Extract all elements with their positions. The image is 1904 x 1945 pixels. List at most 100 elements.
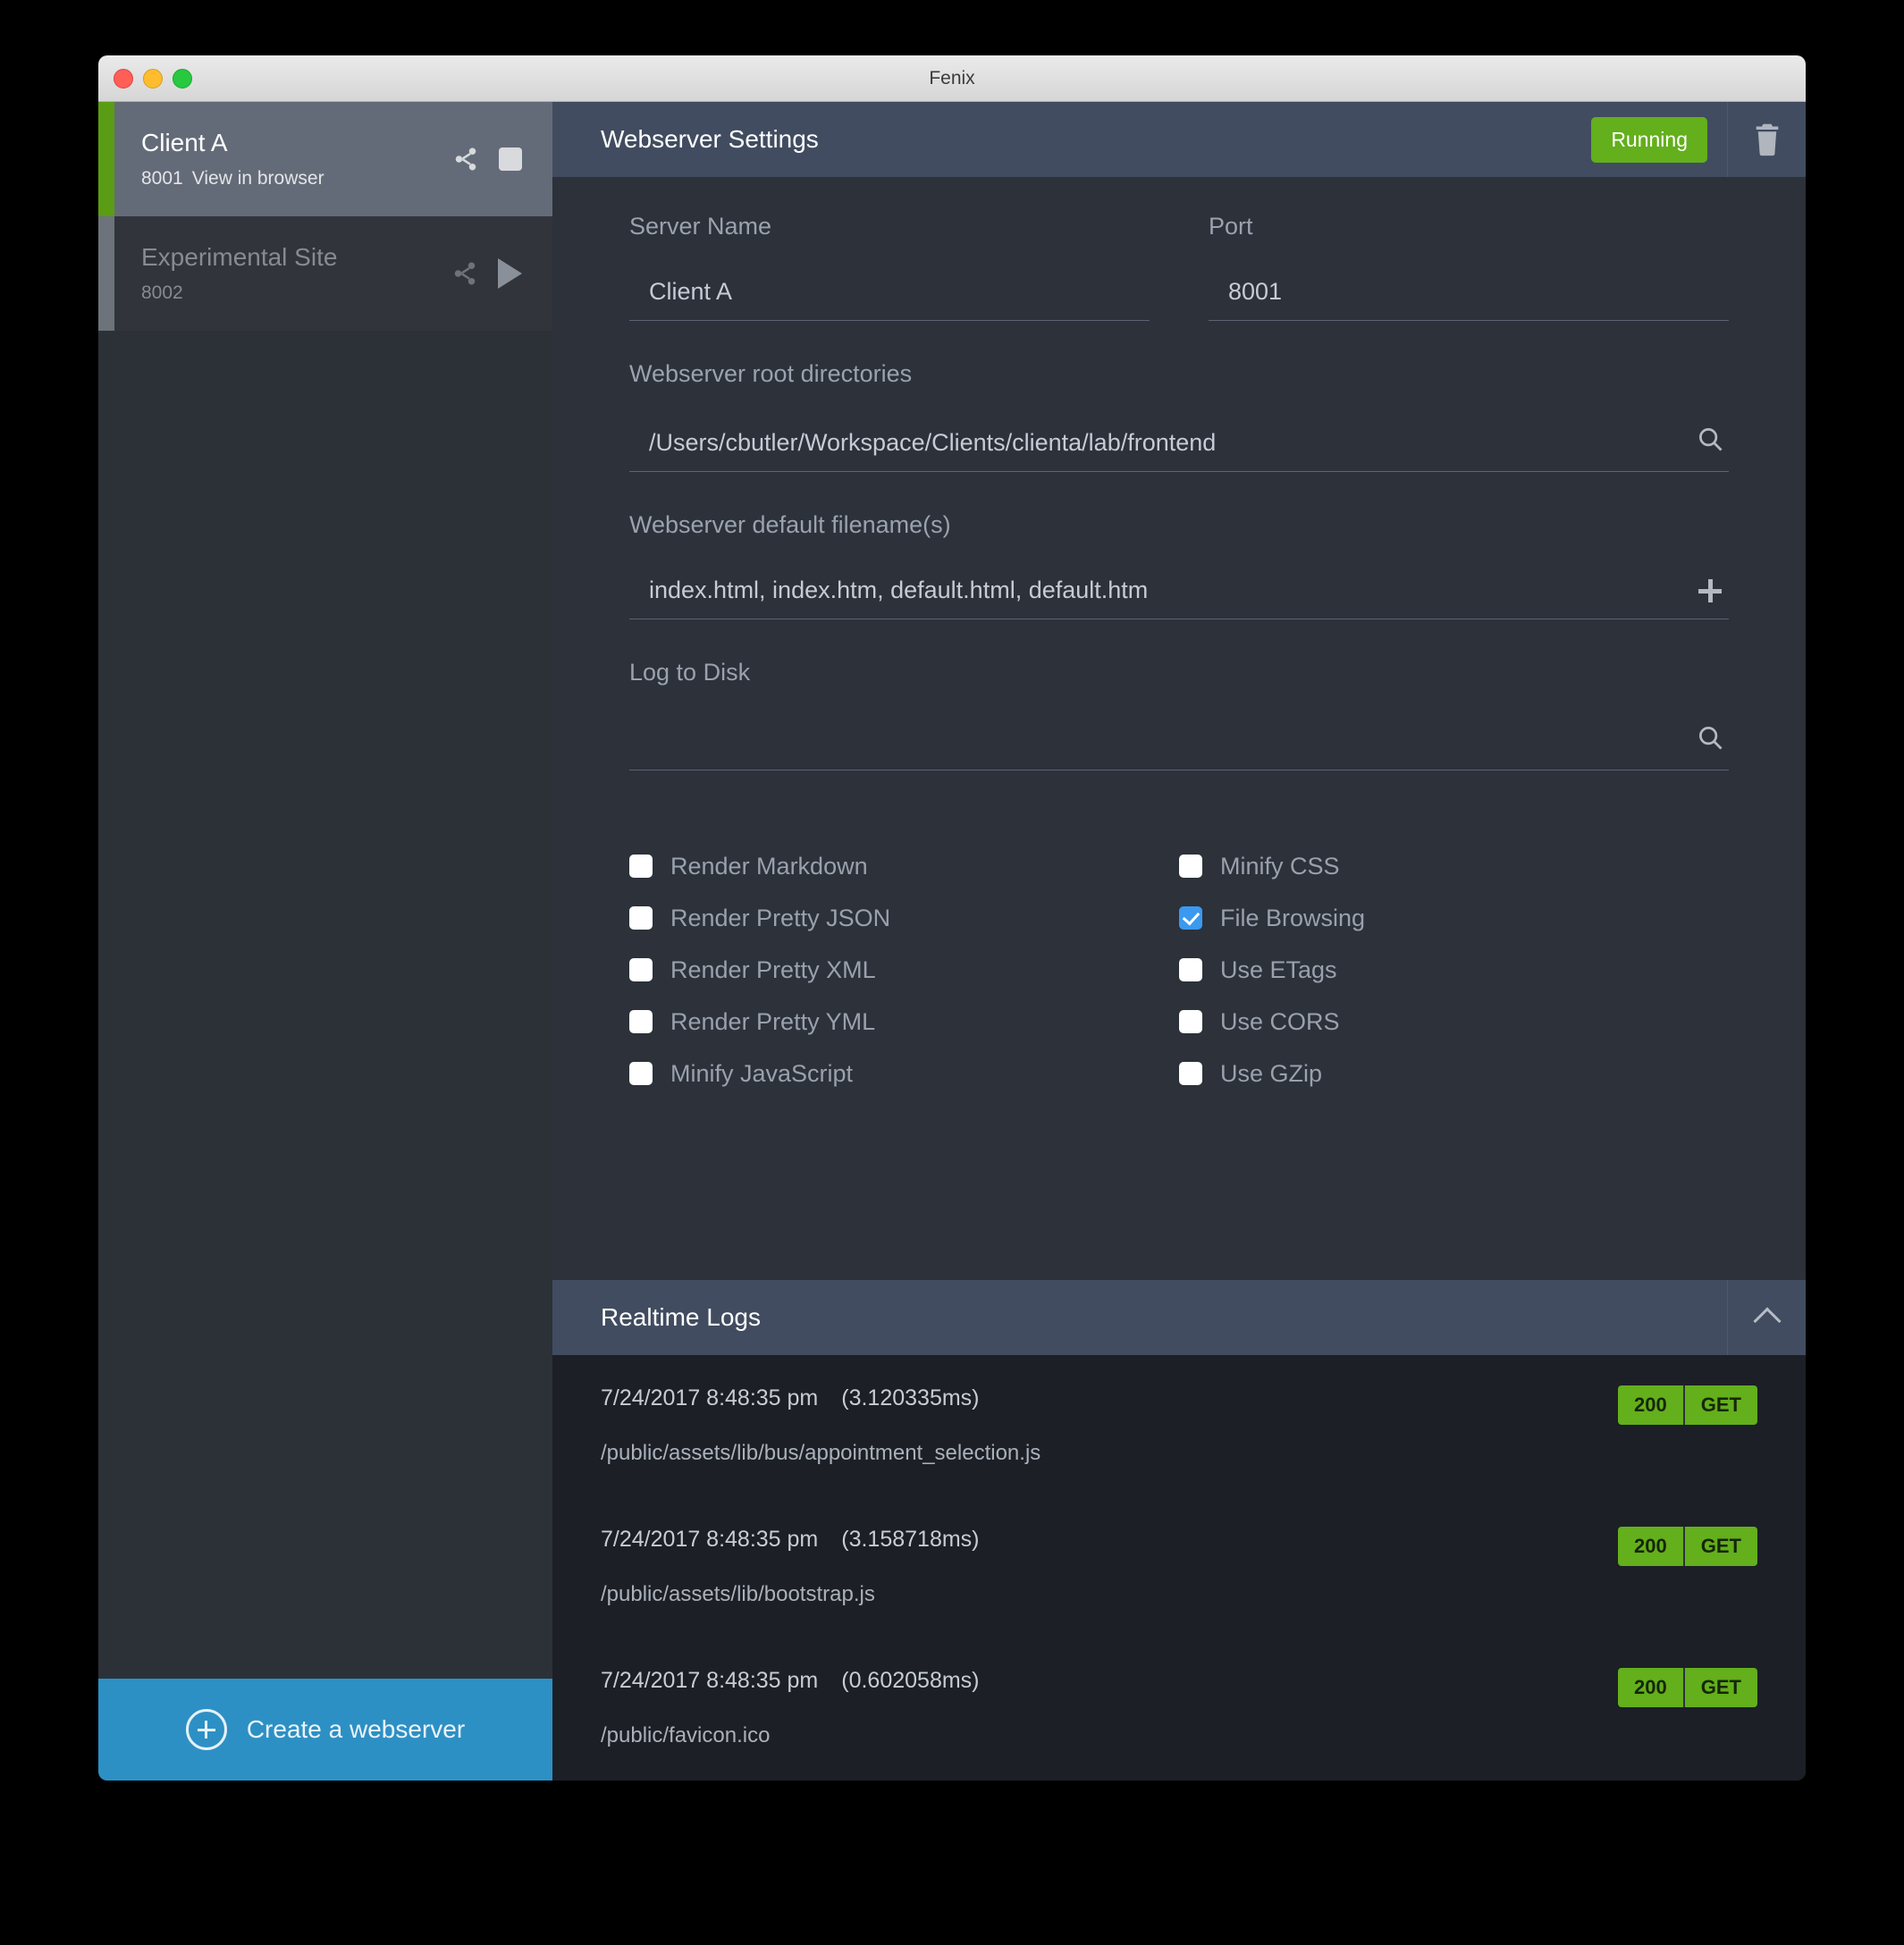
option-render-markdown[interactable]: Render Markdown	[629, 840, 1179, 892]
default-filenames-label: Webserver default filename(s)	[629, 511, 951, 538]
server-port-label: 8001	[141, 168, 183, 189]
main-header: Webserver Settings Running	[552, 102, 1806, 177]
option-label: Use GZip	[1220, 1059, 1323, 1087]
method-badge: GET	[1682, 1385, 1757, 1425]
log-path: /public/assets/lib/bootstrap.js	[601, 1582, 875, 1606]
chevron-up-icon	[1752, 1307, 1782, 1335]
realtime-logs-panel: Realtime Logs 7/24/2017 8:48:35 pm (3.120…	[552, 1280, 1806, 1781]
server-name-label: Client A	[141, 129, 228, 156]
log-timestamp: 7/24/2017 8:48:35 pm	[601, 1668, 819, 1693]
status-badge: 200	[1618, 1385, 1683, 1425]
status-badge: 200	[1618, 1668, 1683, 1707]
server-name-label: Server Name	[629, 213, 772, 240]
option-render-pretty-yml[interactable]: Render Pretty YML	[629, 996, 1179, 1048]
option-label: Minify JavaScript	[670, 1059, 854, 1087]
log-entry-top: 7/24/2017 8:48:35 pm (3.120335ms) 200 GET	[552, 1385, 1806, 1425]
field-default-filenames: Webserver default filename(s) index.html…	[629, 511, 1729, 619]
checkbox-icon[interactable]	[1179, 958, 1202, 981]
server-name-input-line: Client A	[629, 278, 1150, 321]
log-badges: 200 GET	[1618, 1668, 1757, 1707]
checkbox-icon[interactable]	[629, 958, 653, 981]
option-use-etags[interactable]: Use ETags	[1179, 944, 1729, 996]
option-label: Minify CSS	[1220, 852, 1340, 880]
option-use-gzip[interactable]: Use GZip	[1179, 1048, 1729, 1099]
sidebar-item-experimental-site[interactable]: Experimental Site 8002	[98, 216, 552, 331]
option-label: Use ETags	[1220, 956, 1337, 983]
options-column-left: Render Markdown Render Pretty JSON Rende…	[629, 840, 1179, 1099]
port-label: Port	[1209, 213, 1253, 240]
log-duration: (3.120335ms)	[841, 1385, 980, 1410]
port-input-line: 8001	[1209, 278, 1729, 321]
checkbox-icon[interactable]	[1179, 1010, 1202, 1033]
server-actions	[451, 216, 552, 331]
view-in-browser-link[interactable]: View in browser	[192, 168, 324, 189]
option-label: Render Markdown	[670, 852, 868, 880]
method-badge: GET	[1682, 1527, 1757, 1566]
share-icon[interactable]	[451, 259, 478, 288]
collapse-logs-button[interactable]	[1727, 1280, 1806, 1355]
plus-icon[interactable]	[1697, 577, 1729, 604]
option-label: Use CORS	[1220, 1007, 1340, 1035]
checkbox-icon[interactable]	[1179, 1062, 1202, 1085]
option-minify-css[interactable]: Minify CSS	[1179, 840, 1729, 892]
log-duration: (0.602058ms)	[841, 1668, 980, 1693]
default-filenames-input[interactable]: index.html, index.htm, default.html, def…	[629, 577, 1697, 604]
checkbox-icon[interactable]	[629, 906, 653, 930]
checkbox-icon[interactable]	[1179, 906, 1202, 930]
checkbox-icon[interactable]	[1179, 855, 1202, 878]
root-directories-input[interactable]: /Users/cbutler/Workspace/Clients/clienta…	[629, 429, 1697, 457]
realtime-logs-header: Realtime Logs	[552, 1280, 1806, 1355]
port-input[interactable]: 8001	[1209, 278, 1729, 306]
field-port: Port 8001	[1209, 213, 1729, 321]
method-badge: GET	[1682, 1668, 1757, 1707]
log-to-disk-input[interactable]	[629, 726, 1697, 755]
status-badge-wrapper: Running	[1591, 102, 1727, 177]
log-to-disk-input-line	[629, 724, 1729, 770]
field-server-name: Server Name Client A	[629, 213, 1150, 321]
log-duration: (3.158718ms)	[841, 1527, 980, 1552]
root-directories-input-line: /Users/cbutler/Workspace/Clients/clienta…	[629, 425, 1729, 472]
log-timestamp: 7/24/2017 8:48:35 pm	[601, 1385, 819, 1410]
option-render-pretty-xml[interactable]: Render Pretty XML	[629, 944, 1179, 996]
create-webserver-button[interactable]: Create a webserver	[98, 1679, 552, 1781]
delete-server-button[interactable]	[1727, 102, 1806, 177]
checkbox-icon[interactable]	[629, 1062, 653, 1085]
stop-icon[interactable]	[499, 147, 522, 171]
log-entry[interactable]: 7/24/2017 8:48:35 pm (0.602058ms) 200 GET…	[552, 1638, 1806, 1779]
server-name-input[interactable]: Client A	[629, 278, 1150, 306]
field-row-name-port: Server Name Client A Port 8001	[629, 213, 1729, 360]
search-icon[interactable]	[1697, 425, 1729, 457]
plus-circle-icon	[185, 1709, 227, 1750]
log-entry-meta: 7/24/2017 8:48:35 pm (3.158718ms)	[601, 1527, 1618, 1553]
play-icon[interactable]	[498, 258, 522, 289]
field-log-to-disk: Log to Disk	[629, 659, 1729, 770]
log-entry-meta: 7/24/2017 8:48:35 pm (3.120335ms)	[601, 1385, 1618, 1411]
checkbox-icon[interactable]	[629, 855, 653, 878]
server-sub-label: 8002	[141, 282, 451, 304]
default-filenames-input-line: index.html, index.htm, default.html, def…	[629, 577, 1729, 619]
checkbox-icon[interactable]	[629, 1010, 653, 1033]
log-entry-top: 7/24/2017 8:48:35 pm (0.602058ms) 200 GET	[552, 1668, 1806, 1707]
status-badge: 200	[1618, 1527, 1683, 1566]
log-badges: 200 GET	[1618, 1385, 1757, 1425]
option-minify-javascript[interactable]: Minify JavaScript	[629, 1048, 1179, 1099]
sidebar-item-client-a[interactable]: Client A 8001 View in browser	[98, 102, 552, 216]
log-entry[interactable]: 7/24/2017 8:48:35 pm (3.158718ms) 200 GET…	[552, 1496, 1806, 1638]
log-entry[interactable]: 7/24/2017 8:48:35 pm (3.120335ms) 200 GET…	[552, 1355, 1806, 1496]
log-badges: 200 GET	[1618, 1527, 1757, 1566]
search-icon[interactable]	[1697, 724, 1729, 755]
realtime-logs-title: Realtime Logs	[601, 1303, 761, 1331]
settings-form: Server Name Client A Port 8001 Webserver…	[552, 177, 1806, 1280]
option-label: Render Pretty YML	[670, 1007, 876, 1035]
status-badge[interactable]: Running	[1591, 116, 1707, 163]
realtime-logs-list[interactable]: 7/24/2017 8:48:35 pm (3.120335ms) 200 GET…	[552, 1355, 1806, 1781]
option-render-pretty-json[interactable]: Render Pretty JSON	[629, 892, 1179, 944]
log-entry-top: 7/24/2017 8:48:35 pm (3.158718ms) 200 GET	[552, 1527, 1806, 1566]
server-name-label: Experimental Site	[141, 243, 338, 271]
option-label: Render Pretty XML	[670, 956, 876, 983]
log-path: /public/favicon.ico	[601, 1723, 771, 1747]
server-port-label: 8002	[141, 282, 183, 303]
option-use-cors[interactable]: Use CORS	[1179, 996, 1729, 1048]
share-icon[interactable]	[452, 145, 479, 173]
option-file-browsing[interactable]: File Browsing	[1179, 892, 1729, 944]
